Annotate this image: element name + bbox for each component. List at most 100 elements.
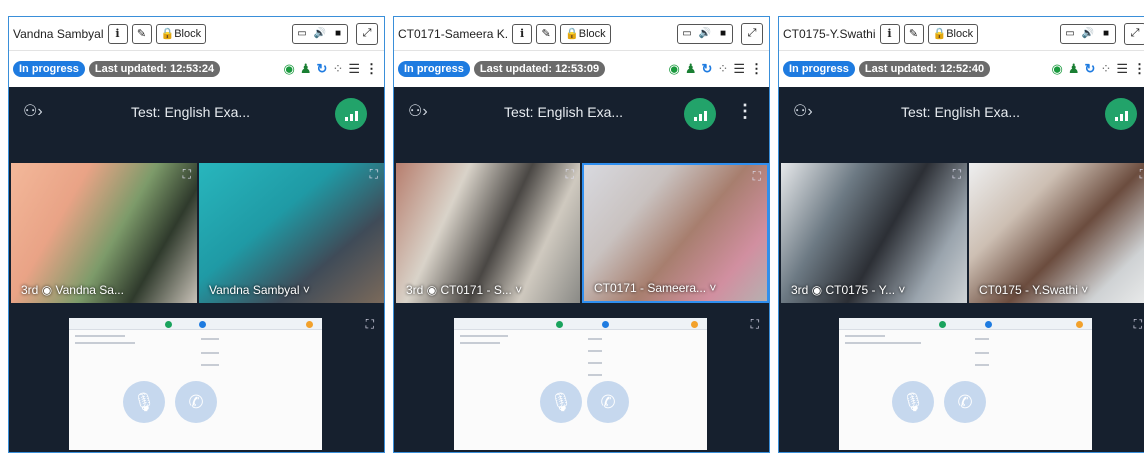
video-tile-primary[interactable]: ⛶ CT0175 - Y.Swathi ˅: [969, 163, 1144, 303]
monitor-icon[interactable]: ▭: [1061, 25, 1079, 43]
fullscreen-icon[interactable]: ⛶: [751, 317, 759, 332]
video-header: ⚇› Test: English Exa... ⋮: [394, 87, 769, 147]
status-row: In progress Last updated: 12:53:24 ◉ ♟ ↻…: [9, 51, 384, 87]
mic-button[interactable]: 🎙: [540, 381, 582, 423]
mic-icon: 🎙: [901, 391, 925, 412]
candidate-name: CT0175-Y.Swathi: [783, 26, 876, 41]
speaker-icon[interactable]: 🔊: [1079, 25, 1097, 43]
mic-button[interactable]: 🎙: [892, 381, 934, 423]
info-button[interactable]: i: [879, 23, 900, 44]
video-tile-secondary[interactable]: ⛶ 3rd ◉ CT0171 - S... ˅: [396, 163, 580, 303]
edit-button[interactable]: ✎: [131, 23, 152, 44]
edit-icon: ✎: [541, 28, 551, 40]
status-badge: In progress: [783, 61, 855, 77]
fullscreen-icon[interactable]: ⛶: [183, 167, 191, 182]
sync-icon[interactable]: ↻: [317, 61, 328, 77]
video-tile-secondary[interactable]: ⛶ 3rd ◉ CT0175 - Y... ˅: [781, 163, 967, 303]
camera-icon[interactable]: ■: [714, 25, 732, 43]
phone-icon: ✆: [600, 391, 616, 412]
lock-icon: 🔒: [160, 28, 175, 40]
status-badge: In progress: [13, 61, 85, 77]
call-button[interactable]: ✆: [175, 381, 217, 423]
more-vertical-icon[interactable]: ⋮: [365, 61, 378, 77]
block-button[interactable]: 🔒 Block: [560, 23, 611, 44]
screen-share-preview[interactable]: [454, 318, 707, 450]
expand-button[interactable]: ⤢: [1124, 22, 1144, 45]
sync-icon[interactable]: ↻: [1085, 61, 1096, 77]
mic-icon: 🎙: [549, 391, 573, 412]
block-label: Block: [174, 27, 202, 40]
media-toggle-group: ▭ 🔊 ■: [677, 23, 733, 44]
mic-button[interactable]: 🎙: [123, 381, 165, 423]
fullscreen-icon[interactable]: ⛶: [753, 169, 761, 184]
status-row: In progress Last updated: 12:53:09 ◉ ♟ ↻…: [394, 51, 769, 87]
user-icon[interactable]: ♟: [1068, 61, 1080, 77]
call-button[interactable]: ✆: [944, 381, 986, 423]
call-button[interactable]: ✆: [587, 381, 629, 423]
user-icon[interactable]: ♟: [685, 61, 697, 77]
speaker-icon[interactable]: 🔊: [696, 25, 714, 43]
tile-label: 3rd ◉ CT0171 - S... ˅: [406, 283, 523, 297]
phone-icon: ✆: [188, 391, 204, 412]
eye-icon[interactable]: ◉: [1052, 61, 1063, 77]
signal-icon[interactable]: [1105, 98, 1137, 130]
more-vertical-icon[interactable]: ⋮: [736, 101, 754, 122]
camera-icon[interactable]: ■: [1097, 25, 1115, 43]
phone-icon: ✆: [957, 391, 973, 412]
participant-icon[interactable]: ⚇›: [23, 101, 43, 121]
eye-icon[interactable]: ◉: [284, 61, 295, 77]
video-area: ⚇› Test: English Exa... ⛶ 3rd ◉ Vandna S…: [9, 87, 384, 452]
video-tile-secondary[interactable]: ⛶ 3rd ◉ Vandna Sa...: [11, 163, 197, 303]
participant-icon[interactable]: ⚇›: [793, 101, 813, 121]
fullscreen-icon[interactable]: ⛶: [953, 167, 961, 182]
expand-icon: ⤢: [362, 27, 372, 39]
info-button[interactable]: i: [512, 23, 533, 44]
proctor-grid: Vandna Sambyal i ✎ 🔒 Block ▭ 🔊 ■ ⤢ In pro…: [0, 0, 1144, 453]
signal-icon[interactable]: [335, 98, 367, 130]
loading-icon: ⁘: [717, 61, 729, 76]
mic-icon: 🎙: [132, 391, 156, 412]
expand-icon: ⤢: [747, 27, 757, 39]
expand-button[interactable]: ⤢: [356, 22, 378, 45]
tile-label: 3rd ◉ CT0175 - Y... ˅: [791, 283, 906, 297]
video-header: ⚇› Test: English Exa...: [779, 87, 1144, 147]
tile-label: Vandna Sambyal ˅: [209, 283, 310, 297]
more-vertical-icon[interactable]: ⋮: [750, 61, 763, 77]
list-icon[interactable]: ☰: [733, 61, 745, 77]
edit-button[interactable]: ✎: [536, 23, 557, 44]
edit-icon: ✎: [908, 28, 919, 40]
more-vertical-icon[interactable]: ⋮: [1133, 61, 1144, 77]
candidate-panel-1: Vandna Sambyal i ✎ 🔒 Block ▭ 🔊 ■ ⤢ In pro…: [8, 16, 385, 453]
user-icon[interactable]: ♟: [300, 61, 312, 77]
sync-icon[interactable]: ↻: [702, 61, 713, 77]
status-row: In progress Last updated: 12:52:40 ◉ ♟ ↻…: [779, 51, 1144, 87]
video-tile-primary[interactable]: ⛶ CT0171 - Sameera... ˅: [582, 163, 769, 303]
fullscreen-icon[interactable]: ⛶: [366, 317, 374, 332]
signal-icon[interactable]: [684, 98, 716, 130]
participant-icon[interactable]: ⚇›: [408, 101, 428, 121]
video-area: ⚇› Test: English Exa... ⛶ 3rd ◉ CT0175 -…: [779, 87, 1144, 452]
fullscreen-icon[interactable]: ⛶: [370, 167, 378, 182]
list-icon[interactable]: ☰: [1116, 61, 1128, 77]
video-tile-primary[interactable]: ⛶ Vandna Sambyal ˅: [199, 163, 384, 303]
panel-header: Vandna Sambyal i ✎ 🔒 Block ▭ 🔊 ■ ⤢: [9, 17, 384, 51]
list-icon[interactable]: ☰: [348, 61, 360, 77]
speaker-icon[interactable]: 🔊: [311, 25, 329, 43]
last-updated-badge: Last updated: 12:53:09: [473, 61, 606, 77]
fullscreen-icon[interactable]: ⛶: [1134, 317, 1142, 332]
eye-icon[interactable]: ◉: [669, 61, 680, 77]
info-button[interactable]: i: [107, 23, 128, 44]
monitor-icon[interactable]: ▭: [293, 25, 311, 43]
fullscreen-icon[interactable]: ⛶: [1140, 167, 1144, 182]
media-toggle-group: ▭ 🔊 ■: [292, 23, 348, 44]
monitor-icon[interactable]: ▭: [678, 25, 696, 43]
edit-button[interactable]: ✎: [903, 23, 924, 44]
fullscreen-icon[interactable]: ⛶: [566, 167, 574, 182]
panel-header: CT0175-Y.Swathi i ✎ 🔒 Block ▭ 🔊 ■ ⤢: [779, 17, 1144, 51]
block-button[interactable]: 🔒 Block: [927, 23, 979, 44]
block-label: Block: [946, 27, 974, 40]
lock-icon: 🔒: [932, 28, 947, 40]
block-button[interactable]: 🔒 Block: [155, 23, 207, 44]
camera-icon[interactable]: ■: [329, 25, 347, 43]
expand-button[interactable]: ⤢: [741, 22, 763, 45]
